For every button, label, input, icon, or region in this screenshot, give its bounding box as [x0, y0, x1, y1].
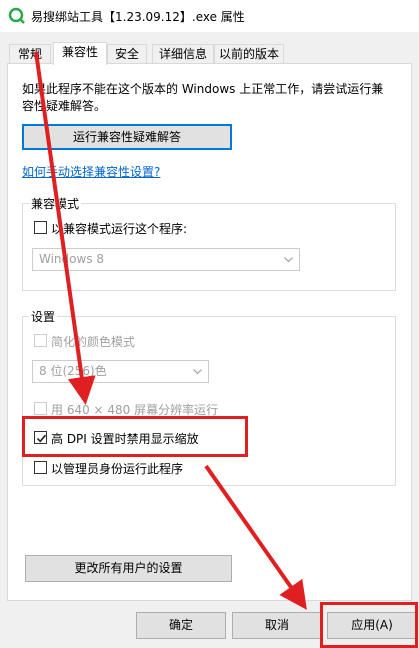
- run-as-admin-checkbox[interactable]: [34, 461, 47, 474]
- highlight-box-apply: [320, 602, 418, 648]
- compat-mode-checkbox-label: 以兼容模式运行这个程序:: [51, 222, 188, 236]
- chevron-down-icon: [284, 257, 293, 263]
- change-all-users-button[interactable]: 更改所有用户的设置: [25, 555, 232, 582]
- tab-details[interactable]: 详细信息: [152, 44, 214, 64]
- manual-settings-link[interactable]: 如何手动选择兼容性设置?: [22, 163, 160, 180]
- title-bar: 易搜绑站工具【1.23.09.12】.exe 属性: [0, 0, 419, 32]
- compat-description: 如果此程序不能在这个版本的 Windows 上正常工作，请尝试运行兼容性疑难解答…: [22, 82, 384, 113]
- resolution-640-checkbox: [34, 402, 47, 415]
- tab-general[interactable]: 常规: [9, 44, 51, 64]
- tab-strip: 常规 兼容性 安全 详细信息 以前的版本: [0, 42, 419, 65]
- ok-button[interactable]: 确定: [136, 612, 226, 639]
- os-version-select: Windows 8: [32, 248, 300, 271]
- window-title: 易搜绑站工具【1.23.09.12】.exe 属性: [31, 10, 245, 24]
- compat-mode-checkbox[interactable]: [34, 221, 47, 234]
- reduced-color-checkbox: [34, 334, 47, 347]
- app-icon: [8, 7, 25, 24]
- tab-security[interactable]: 安全: [107, 44, 147, 64]
- highlight-box-high-dpi: [22, 416, 248, 457]
- compat-mode-group: [22, 203, 396, 291]
- chevron-down-icon: [193, 369, 202, 375]
- color-depth-select: 8 位(256)色: [32, 360, 209, 383]
- run-as-admin-label: 以管理员身份运行此程序: [51, 462, 184, 476]
- compat-mode-label: 兼容模式: [29, 195, 82, 212]
- cancel-button[interactable]: 取消: [232, 612, 322, 639]
- tab-previous-versions[interactable]: 以前的版本: [214, 44, 284, 64]
- os-version-value: Windows 8: [39, 252, 105, 266]
- settings-label: 设置: [29, 308, 58, 325]
- reduced-color-label: 简化的颜色模式: [51, 335, 136, 349]
- troubleshoot-button[interactable]: 运行兼容性疑难解答: [22, 124, 232, 150]
- color-depth-value: 8 位(256)色: [39, 364, 107, 378]
- tab-compatibility[interactable]: 兼容性: [53, 42, 107, 65]
